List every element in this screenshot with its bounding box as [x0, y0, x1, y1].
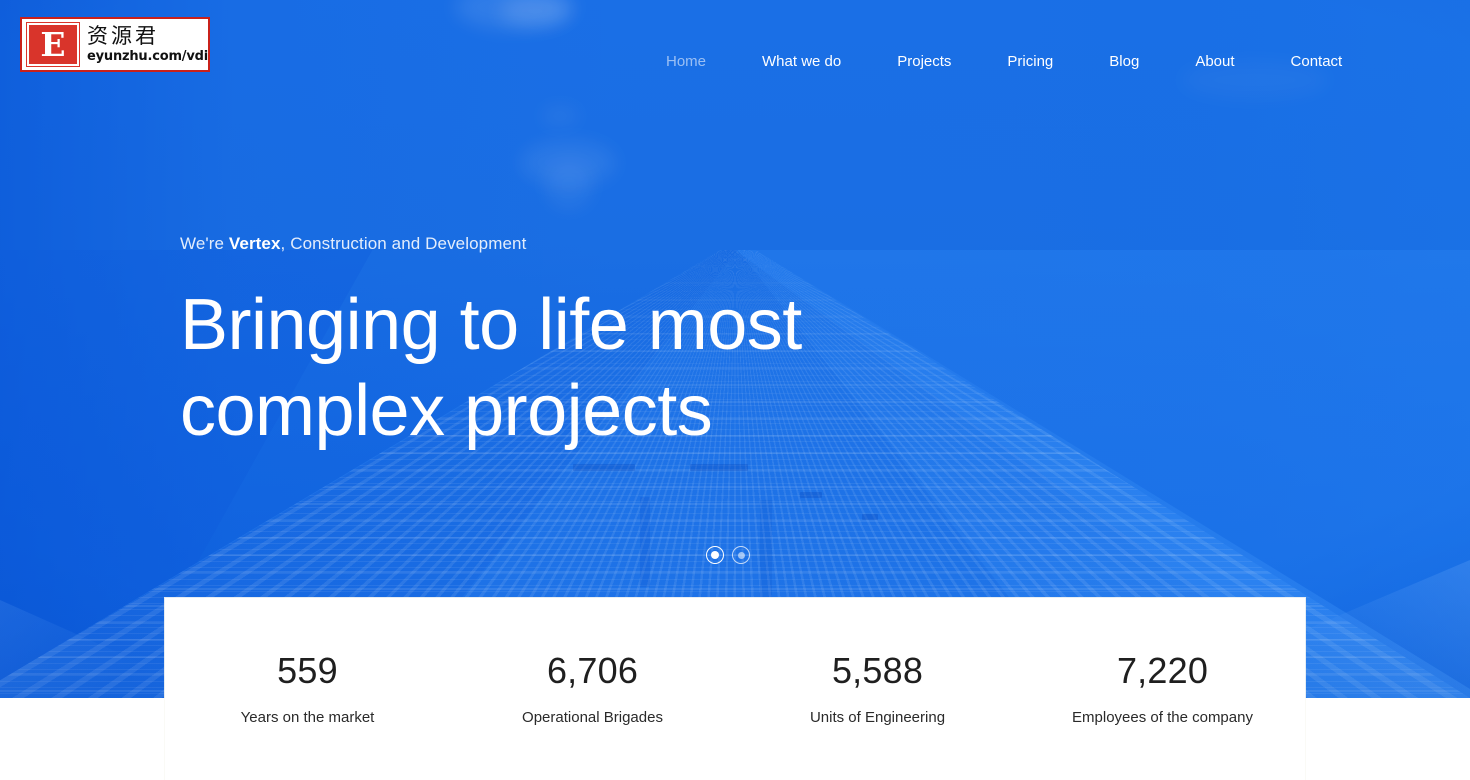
- stat-value: 6,706: [546, 650, 639, 691]
- hero-eyebrow-suffix: , Construction and Development: [280, 234, 527, 253]
- building-window-block: [760, 500, 772, 610]
- carousel-dot-1[interactable]: [706, 546, 724, 564]
- hero-copy: We're Vertex, Construction and Developme…: [180, 232, 1080, 454]
- stat-label: Units of Engineering: [809, 709, 946, 726]
- statistics-card: 559 Years on the market 6,706 Operationa…: [165, 598, 1305, 780]
- watermark-chinese-text: 资源君: [87, 24, 159, 48]
- hero-eyebrow: We're Vertex, Construction and Developme…: [180, 232, 1080, 256]
- nav-item-contact[interactable]: Contact: [1263, 50, 1363, 74]
- stat-item-employees-of-the-company: 7,220 Employees of the company: [1020, 598, 1305, 728]
- watermark-text-group: 资源君 eyunzhu.com/vdisk: [79, 19, 208, 70]
- hero-eyebrow-brand: Vertex: [228, 234, 281, 253]
- building-window-block: [573, 464, 635, 471]
- stat-item-units-of-engineering: 5,588 Units of Engineering: [735, 598, 1020, 728]
- building-window-block: [862, 514, 878, 520]
- building-window-block: [800, 492, 822, 498]
- stat-value: 7,220: [1116, 650, 1209, 691]
- carousel-dot-core: [737, 551, 745, 559]
- nav-item-blog[interactable]: Blog: [1081, 50, 1167, 74]
- watermark-url: eyunzhu.com/vdisk: [87, 49, 208, 64]
- watermark-overlay: E 资源君 eyunzhu.com/vdisk: [20, 17, 210, 72]
- stat-item-operational-brigades: 6,706 Operational Brigades: [450, 598, 735, 728]
- stat-value: 5,588: [831, 650, 924, 691]
- carousel-dot-core: [711, 551, 719, 559]
- watermark-badge-icon: E: [26, 22, 80, 67]
- hero-eyebrow-prefix: We're: [180, 234, 229, 253]
- hero-headline: Bringing to life most complex projects: [180, 285, 802, 451]
- carousel-dot-2[interactable]: [732, 546, 750, 564]
- site-header: Vertex Home What we do Projects Pricing …: [0, 0, 1470, 124]
- nav-item-about[interactable]: About: [1167, 50, 1262, 74]
- building-window-block: [690, 464, 748, 471]
- stat-label: Operational Brigades: [522, 709, 663, 726]
- primary-navigation: Home What we do Projects Pricing Blog Ab…: [640, 50, 1362, 74]
- nav-item-pricing[interactable]: Pricing: [979, 50, 1081, 74]
- stat-label: Years on the market: [240, 709, 375, 726]
- watermark-badge-letter: E: [40, 25, 66, 64]
- nav-item-what-we-do[interactable]: What we do: [734, 50, 869, 74]
- carousel-pagination: [706, 546, 750, 564]
- nav-item-home[interactable]: Home: [640, 50, 734, 74]
- stat-value: 559: [277, 650, 338, 691]
- nav-item-projects[interactable]: Projects: [869, 50, 979, 74]
- stat-label: Employees of the company: [1072, 709, 1253, 726]
- stat-item-years-on-the-market: 559 Years on the market: [165, 598, 450, 728]
- building-window-block: [640, 497, 650, 587]
- page-root: Vertex Home What we do Projects Pricing …: [0, 0, 1470, 780]
